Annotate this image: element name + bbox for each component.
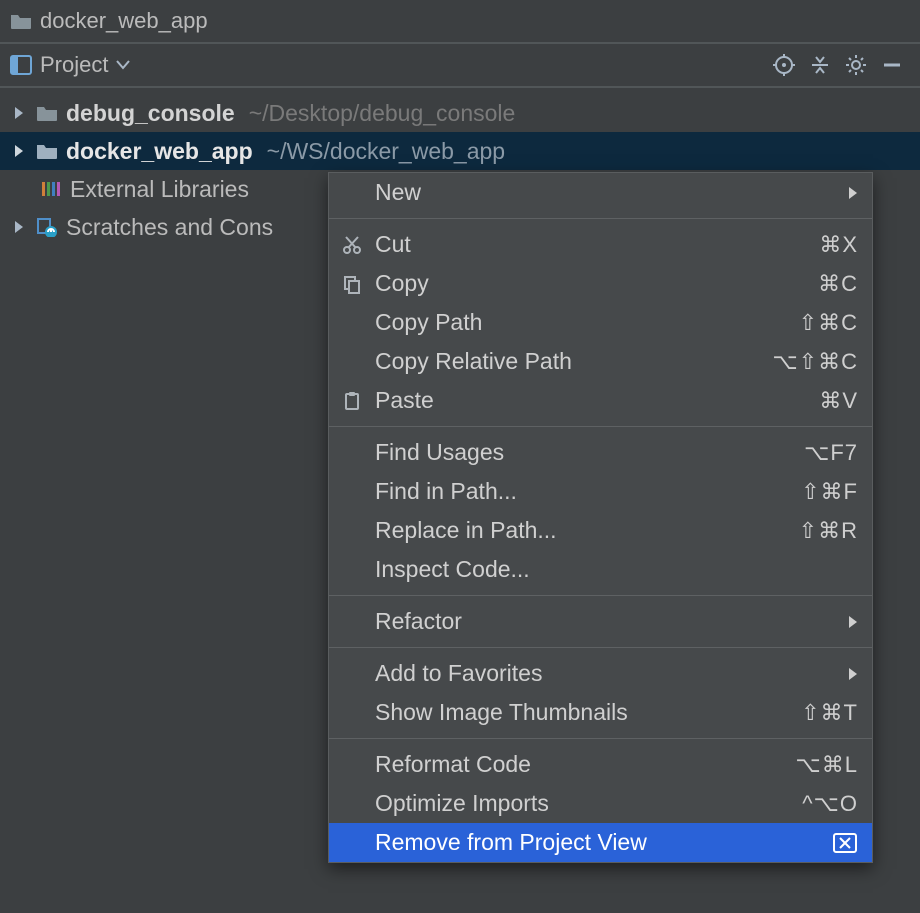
menu-item-optimize-imports[interactable]: Optimize Imports ^⌥O	[329, 784, 872, 823]
project-view-icon	[10, 55, 32, 75]
menu-item-inspect-code[interactable]: Inspect Code...	[329, 550, 872, 589]
menu-item-label: Copy Relative Path	[375, 348, 764, 375]
menu-separator	[329, 218, 872, 219]
menu-item-label: Reformat Code	[375, 751, 787, 778]
tree-item-path: ~/Desktop/debug_console	[249, 100, 516, 127]
paste-icon	[337, 391, 367, 411]
target-icon	[773, 54, 795, 76]
menu-item-label: Inspect Code...	[375, 556, 850, 583]
menu-item-label: Remove from Project View	[375, 829, 824, 856]
tree-item-path: ~/WS/docker_web_app	[267, 138, 505, 165]
project-view-label: Project	[40, 52, 108, 78]
menu-item-label: Show Image Thumbnails	[375, 699, 793, 726]
tree-row-docker-web-app[interactable]: docker_web_app ~/WS/docker_web_app	[0, 132, 920, 170]
copy-icon	[337, 274, 367, 294]
collapse-all-button[interactable]	[802, 47, 838, 83]
menu-item-label: Find Usages	[375, 439, 796, 466]
tree-item-label: debug_console	[66, 100, 235, 127]
hide-button[interactable]	[874, 47, 910, 83]
settings-button[interactable]	[838, 47, 874, 83]
menu-item-remove-from-project-view[interactable]: Remove from Project View	[329, 823, 872, 862]
menu-item-label: Copy Path	[375, 309, 791, 336]
expander-icon[interactable]	[10, 220, 28, 234]
menu-item-new[interactable]: New	[329, 173, 872, 212]
menu-item-add-to-favorites[interactable]: Add to Favorites	[329, 654, 872, 693]
menu-item-find-in-path[interactable]: Find in Path... ⇧⌘F	[329, 472, 872, 511]
project-view-selector[interactable]: Project	[10, 52, 130, 78]
menu-item-label: Copy	[375, 270, 810, 297]
expander-icon[interactable]	[10, 144, 28, 158]
tree-item-label: docker_web_app	[66, 138, 253, 165]
menu-item-shortcut: ⌥⌘L	[795, 752, 858, 778]
menu-item-refactor[interactable]: Refactor	[329, 602, 872, 641]
expander-icon[interactable]	[10, 106, 28, 120]
menu-item-shortcut: ⌘C	[818, 271, 858, 297]
window-title: docker_web_app	[40, 8, 208, 34]
menu-item-label: Add to Favorites	[375, 660, 840, 687]
menu-item-shortcut: ⌥F7	[804, 440, 858, 466]
menu-item-reformat-code[interactable]: Reformat Code ⌥⌘L	[329, 745, 872, 784]
minimize-icon	[881, 54, 903, 76]
delete-icon	[832, 832, 858, 854]
tree-item-label: Scratches and Cons	[66, 214, 273, 241]
chevron-down-icon	[116, 60, 130, 70]
menu-item-shortcut: ⌥⇧⌘C	[772, 349, 858, 375]
menu-item-label: Find in Path...	[375, 478, 793, 505]
menu-separator	[329, 738, 872, 739]
folder-icon	[34, 142, 60, 160]
menu-item-shortcut: ⇧⌘C	[799, 310, 858, 336]
menu-item-copy-relative-path[interactable]: Copy Relative Path ⌥⇧⌘C	[329, 342, 872, 381]
submenu-arrow-icon	[848, 667, 858, 681]
menu-item-shortcut: ⇧⌘T	[801, 700, 858, 726]
submenu-arrow-icon	[848, 186, 858, 200]
menu-item-label: Cut	[375, 231, 811, 258]
menu-separator	[329, 426, 872, 427]
menu-item-shortcut: ⇧⌘F	[801, 479, 858, 505]
folder-icon	[10, 12, 32, 30]
libraries-icon	[38, 179, 64, 199]
cut-icon	[337, 235, 367, 255]
context-menu: New Cut ⌘X Copy ⌘C Copy Path ⇧⌘C Copy Re…	[328, 172, 873, 863]
menu-item-shortcut: ⇧⌘R	[799, 518, 858, 544]
menu-item-shortcut: ⌘X	[819, 232, 858, 258]
tree-item-label: External Libraries	[70, 176, 249, 203]
menu-item-label: Optimize Imports	[375, 790, 794, 817]
collapse-icon	[809, 54, 831, 76]
tree-row-debug-console[interactable]: debug_console ~/Desktop/debug_console	[0, 94, 920, 132]
project-toolbar: Project	[0, 42, 920, 88]
gear-icon	[845, 54, 867, 76]
menu-item-label: New	[375, 179, 840, 206]
scratches-icon	[34, 217, 60, 237]
locate-button[interactable]	[766, 47, 802, 83]
menu-item-label: Refactor	[375, 608, 840, 635]
menu-item-shortcut: ⌘V	[819, 388, 858, 414]
menu-separator	[329, 647, 872, 648]
menu-item-copy[interactable]: Copy ⌘C	[329, 264, 872, 303]
menu-separator	[329, 595, 872, 596]
menu-item-show-thumbnails[interactable]: Show Image Thumbnails ⇧⌘T	[329, 693, 872, 732]
submenu-arrow-icon	[848, 615, 858, 629]
menu-item-label: Paste	[375, 387, 811, 414]
menu-item-shortcut: ^⌥O	[802, 791, 858, 817]
menu-item-cut[interactable]: Cut ⌘X	[329, 225, 872, 264]
titlebar: docker_web_app	[0, 0, 920, 42]
folder-icon	[34, 104, 60, 122]
menu-item-paste[interactable]: Paste ⌘V	[329, 381, 872, 420]
menu-item-replace-in-path[interactable]: Replace in Path... ⇧⌘R	[329, 511, 872, 550]
menu-item-find-usages[interactable]: Find Usages ⌥F7	[329, 433, 872, 472]
menu-item-copy-path[interactable]: Copy Path ⇧⌘C	[329, 303, 872, 342]
menu-item-label: Replace in Path...	[375, 517, 791, 544]
